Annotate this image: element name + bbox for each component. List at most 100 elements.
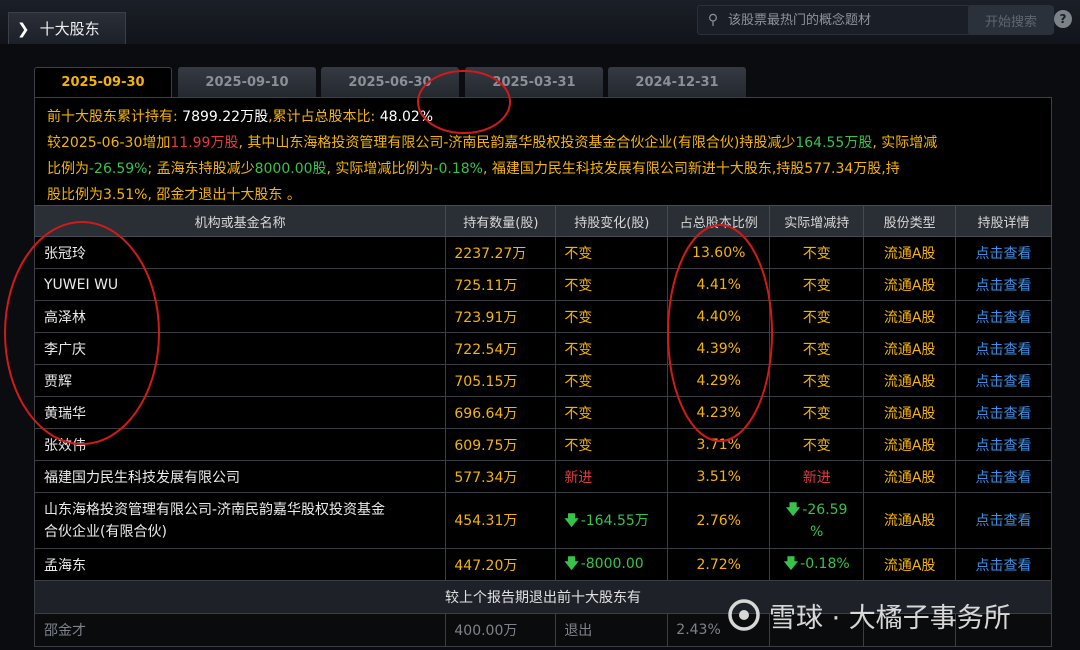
holder-name-line: 山东海格投资管理有限公司-济南民韵嘉华股权投资基金 [44, 501, 386, 518]
holding-change: 不变 [555, 428, 669, 461]
holder-name: 李广庆 [33, 332, 447, 365]
view-detail-link[interactable]: 点击查看 [955, 396, 1052, 429]
view-detail-link[interactable]: 点击查看 [955, 332, 1052, 365]
summary-text: 比例为 [47, 161, 89, 177]
share-type: 流通A股 [863, 332, 957, 365]
table-row: 福建国力民生科技发展有限公司 577.34万 新进 3.51% 新进 流通A股 点击查看 [33, 460, 1052, 493]
summary-decrease: 164.55万股 [795, 135, 873, 151]
table-row: YUWEI WU 725.11万 不变 4.41% 不变 流通A股 点击查看 [33, 268, 1052, 301]
summary-text: ,累计占总股本比: [268, 109, 376, 125]
tab-date-2025-09-30[interactable]: 2025-09-30 [34, 67, 172, 97]
share-type: 流通A股 [863, 548, 957, 581]
tab-date-2025-09-10[interactable]: 2025-09-10 [178, 67, 316, 97]
view-detail-link[interactable]: 点击查看 [955, 236, 1052, 269]
summary-line-1: 前十大股东累计持有: 7899.22万股,累计占总股本比: 48.02% [47, 104, 1039, 130]
holder-name: YUWEI WU [33, 268, 447, 301]
actual-change: 不变 [769, 428, 865, 461]
column-header: 股份类型 [863, 205, 957, 237]
share-type: 流通A股 [863, 492, 957, 549]
actual-change: 不变 [769, 396, 865, 429]
section-title-tab[interactable]: ❯ 十大股东 [8, 12, 126, 44]
table-row: 山东海格投资管理有限公司-济南民韵嘉华股权投资基金 合伙企业(有限合伙) 454.… [33, 492, 1052, 549]
column-header: 机构或基金名称 [33, 205, 447, 237]
watermark-text: 雪球 · 大橘子事务所 [769, 602, 1011, 634]
holding-ratio: 4.41% [667, 268, 771, 301]
holding-ratio: 3.71% [667, 428, 771, 461]
holding-change: 不变 [555, 332, 669, 365]
summary-total-ratio: 48.02% [379, 109, 434, 125]
holding-amount: 725.11万 [445, 268, 557, 301]
holding-amount: 723.91万 [445, 300, 557, 333]
holding-ratio: 4.23% [667, 396, 771, 429]
share-type: 流通A股 [863, 236, 957, 269]
summary-text: , 其中山东海格投资管理有限公司-济南民韵嘉华股权投资基金合伙企业(有限合伙)持… [238, 135, 796, 151]
concept-search-input[interactable] [728, 12, 968, 28]
holding-ratio: 13.60% [667, 236, 771, 269]
holder-name: 邵金才 [33, 613, 447, 647]
view-detail-link[interactable]: 点击查看 [955, 460, 1052, 493]
holding-change: 不变 [555, 396, 669, 429]
share-type: 流通A股 [863, 428, 957, 461]
table-row: 贾辉 705.15万 不变 4.29% 不变 流通A股 点击查看 [33, 364, 1052, 397]
view-detail-link[interactable]: 点击查看 [955, 300, 1052, 333]
holding-ratio: 4.29% [667, 364, 771, 397]
holder-name: 福建国力民生科技发展有限公司 [33, 460, 447, 493]
holder-name: 贾辉 [33, 364, 447, 397]
holding-ratio: 2.76% [667, 492, 771, 549]
holding-amount: 577.34万 [445, 460, 557, 493]
column-header: 占总股本比例 [667, 205, 771, 237]
holding-amount: 705.15万 [445, 364, 557, 397]
holding-change: 不变 [555, 300, 669, 333]
view-detail-link[interactable]: 点击查看 [955, 364, 1052, 397]
view-detail-link[interactable]: 点击查看 [955, 268, 1052, 301]
holding-ratio: 4.39% [667, 332, 771, 365]
share-type: 流通A股 [863, 364, 957, 397]
view-detail-link[interactable]: 点击查看 [955, 548, 1052, 581]
actual-change: 不变 [769, 300, 865, 333]
table-row: 张冠玲 2237.27万 不变 13.60% 不变 流通A股 点击查看 [33, 236, 1052, 269]
holder-name-line: 合伙企业(有限合伙) [44, 523, 167, 540]
summary-line-2: 较2025-06-30增加11.99万股, 其中山东海格投资管理有限公司-济南民… [47, 130, 1039, 156]
summary-text: 前十大股东累计持有: [47, 109, 178, 125]
actual-change: 🡇 -26.59% [769, 492, 865, 549]
tab-date-2024-12-31[interactable]: 2024-12-31 [608, 67, 746, 97]
table-row: 高泽林 723.91万 不变 4.40% 不变 流通A股 点击查看 [33, 300, 1052, 333]
view-detail-link[interactable]: 点击查看 [955, 428, 1052, 461]
actual-change-unit: % [810, 523, 824, 540]
holder-name: 山东海格投资管理有限公司-济南民韵嘉华股权投资基金 合伙企业(有限合伙) [33, 492, 447, 549]
tab-date-2025-03-31[interactable]: 2025-03-31 [465, 67, 603, 97]
holding-amount: 454.31万 [445, 492, 557, 549]
chevron-right-icon: ❯ [17, 19, 30, 38]
holding-summary: 前十大股东累计持有: 7899.22万股,累计占总股本比: 48.02% 较20… [34, 97, 1052, 205]
holding-change: 退出 [555, 613, 669, 647]
column-header: 实际增减持 [769, 205, 865, 237]
holding-change-value: -8000.00 [580, 555, 644, 572]
holder-name: 张效伟 [33, 428, 447, 461]
summary-text: ; 孟海东持股减少 [147, 161, 255, 177]
view-detail-link[interactable]: 点击查看 [955, 492, 1052, 549]
holder-name: 高泽林 [33, 300, 447, 333]
down-arrow-icon: 🡇 [564, 555, 579, 572]
holder-name: 张冠玲 [33, 236, 447, 269]
down-arrow-icon: 🡇 [564, 512, 579, 529]
holding-amount: 696.64万 [445, 396, 557, 429]
holding-change: 🡇 -164.55万 [555, 492, 669, 549]
summary-ratio-change: -26.59% [89, 161, 148, 177]
actual-change-value: -26.59 [802, 501, 848, 518]
help-icon[interactable]: ? [1054, 10, 1072, 28]
column-header: 持有数量(股) [445, 205, 557, 237]
table-row: 李广庆 722.54万 不变 4.39% 不变 流通A股 点击查看 [33, 332, 1052, 365]
holding-change-value: -164.55万 [580, 512, 649, 529]
summary-ratio-change: -0.18% [433, 161, 483, 177]
tab-date-2025-06-30[interactable]: 2025-06-30 [321, 67, 459, 97]
summary-text: , 福建国力民生科技发展有限公司新进十大股东,持股577.34万股,持 [482, 161, 900, 177]
shareholder-table: 机构或基金名称 持有数量(股) 持股变化(股) 占总股本比例 实际增减持 股份类… [33, 205, 1052, 647]
summary-text: , 实际增减 [872, 135, 938, 151]
share-type: 流通A股 [863, 268, 957, 301]
share-type: 流通A股 [863, 396, 957, 429]
table-row: 孟海东 447.20万 🡇 -8000.00 2.72% 🡇 -0.18% 流通A股… [33, 548, 1052, 581]
summary-increase: 11.99万股 [170, 135, 239, 151]
search-button[interactable]: 开始搜索 [968, 6, 1054, 34]
actual-change: 🡇 -0.18% [769, 548, 865, 581]
summary-line-3: 比例为-26.59%; 孟海东持股减少8000.00股, 实际增减比例为-0.1… [47, 156, 1039, 182]
